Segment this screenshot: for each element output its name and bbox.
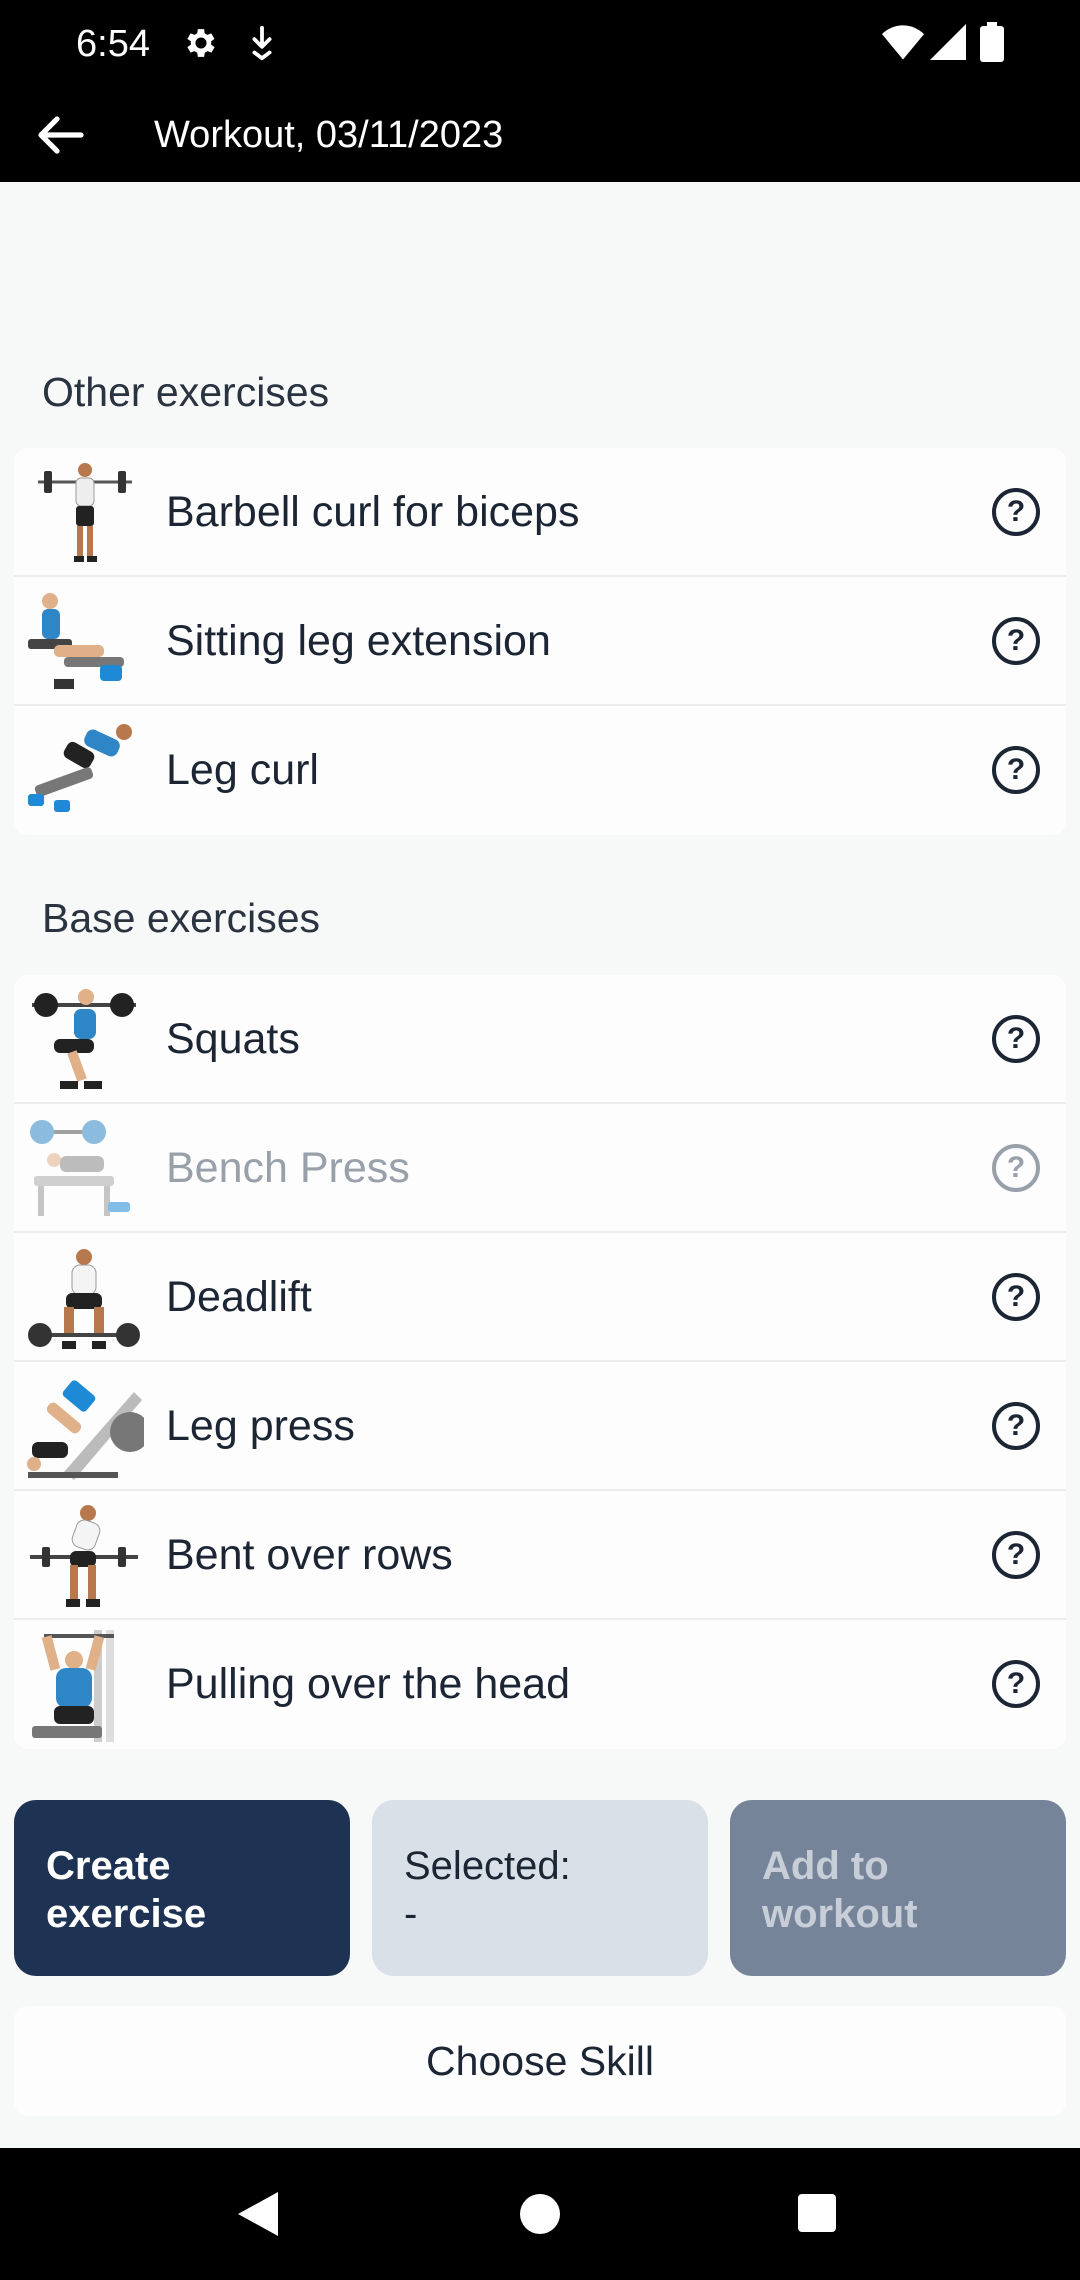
choose-skill-button[interactable]: Choose Skill [14, 2006, 1066, 2116]
status-time: 6:54 [76, 23, 150, 65]
exercise-row-deadlift[interactable]: Deadlift ? [14, 1233, 1066, 1362]
leg-press-illustration [27, 1380, 144, 1480]
help-icon[interactable]: ? [992, 617, 1040, 665]
exercise-label: Squats [166, 1015, 300, 1063]
exercise-row-leg-curl[interactable]: Leg curl ? [14, 706, 1066, 835]
exercise-label: Leg curl [166, 746, 319, 794]
create-exercise-label-line1: Create [46, 1844, 171, 1888]
exercise-row-pulling-over-head[interactable]: Pulling over the head ? [14, 1620, 1066, 1749]
exercise-label: Leg press [166, 1402, 355, 1450]
page-title: Workout, 03/11/2023 [154, 114, 504, 156]
exercise-row-leg-extension[interactable]: Sitting leg extension ? [14, 577, 1066, 706]
help-icon[interactable]: ? [992, 1531, 1040, 1579]
help-glyph: ? [1006, 1409, 1026, 1442]
choose-skill-label: Choose Skill [426, 2037, 654, 2084]
exercise-row-barbell-curl[interactable]: Barbell curl for biceps ? [14, 448, 1066, 577]
status-bar: 6:54 [0, 0, 1080, 88]
help-glyph: ? [1006, 624, 1026, 657]
help-glyph: ? [1006, 1667, 1026, 1700]
exercise-row-squats[interactable]: Squats ? [14, 975, 1066, 1104]
nav-recents-icon[interactable] [796, 2192, 838, 2234]
help-icon[interactable]: ? [992, 1402, 1040, 1450]
exercise-row-bench-press[interactable]: Bench Press ? [14, 1104, 1066, 1233]
signal-icon [930, 24, 966, 60]
help-glyph: ? [1006, 1538, 1026, 1571]
arrow-left-icon [38, 116, 84, 154]
help-glyph: ? [1006, 1022, 1026, 1055]
help-glyph: ? [1006, 1151, 1026, 1184]
battery-icon [980, 22, 1004, 62]
help-icon[interactable]: ? [992, 1144, 1040, 1192]
squat-illustration [32, 989, 136, 1089]
nav-home-icon[interactable] [518, 2192, 562, 2236]
exercise-label: Pulling over the head [166, 1660, 571, 1708]
exercise-row-leg-press[interactable]: Leg press ? [14, 1362, 1066, 1491]
help-glyph: ? [1006, 1280, 1026, 1313]
create-exercise-button[interactable]: Create exercise [14, 1800, 350, 1976]
help-icon[interactable]: ? [992, 1015, 1040, 1063]
selected-label: Selected: [404, 1844, 571, 1888]
add-to-workout-label-line2: workout [762, 1892, 918, 1936]
app-bar: Workout, 03/11/2023 [0, 88, 1080, 182]
leg-extension-illustration [28, 593, 124, 689]
help-icon[interactable]: ? [992, 1273, 1040, 1321]
selected-indicator: Selected: - [372, 1800, 708, 1976]
help-icon[interactable]: ? [992, 1660, 1040, 1708]
other-exercises-list: Barbell curl for biceps ? Sitting leg ex… [14, 448, 1066, 835]
help-icon[interactable]: ? [992, 488, 1040, 536]
gear-icon [187, 29, 215, 57]
download-icon [252, 25, 272, 61]
system-nav-bar [0, 2148, 1080, 2280]
nav-back-icon[interactable] [236, 2190, 280, 2238]
section-title-base: Base exercises [42, 895, 321, 941]
bent-over-row-illustration [30, 1505, 138, 1607]
wifi-icon [882, 25, 924, 60]
add-to-workout-button[interactable]: Add to workout [730, 1800, 1066, 1976]
lat-pulldown-illustration [32, 1630, 114, 1742]
help-glyph: ? [1006, 753, 1026, 786]
exercise-label: Deadlift [166, 1273, 312, 1321]
add-to-workout-label-line1: Add to [762, 1844, 889, 1888]
selected-value: - [404, 1892, 418, 1936]
barbell-curl-illustration [38, 463, 132, 562]
back-button[interactable] [28, 106, 94, 164]
section-title-other: Other exercises [42, 369, 330, 415]
help-glyph: ? [1006, 495, 1026, 528]
create-exercise-label-line2: exercise [46, 1892, 207, 1936]
exercise-label: Bent over rows [166, 1531, 453, 1579]
deadlift-illustration [28, 1249, 140, 1349]
exercise-row-bent-over-rows[interactable]: Bent over rows ? [14, 1491, 1066, 1620]
leg-curl-illustration [28, 724, 132, 812]
exercise-label: Barbell curl for biceps [166, 488, 580, 536]
exercise-label: Sitting leg extension [166, 617, 551, 665]
exercise-label: Bench Press [166, 1144, 410, 1192]
base-exercises-list: Squats ? Bench Press ? Deadlift ? Leg pr… [14, 975, 1066, 1749]
bench-press-illustration [30, 1120, 130, 1216]
help-icon[interactable]: ? [992, 746, 1040, 794]
